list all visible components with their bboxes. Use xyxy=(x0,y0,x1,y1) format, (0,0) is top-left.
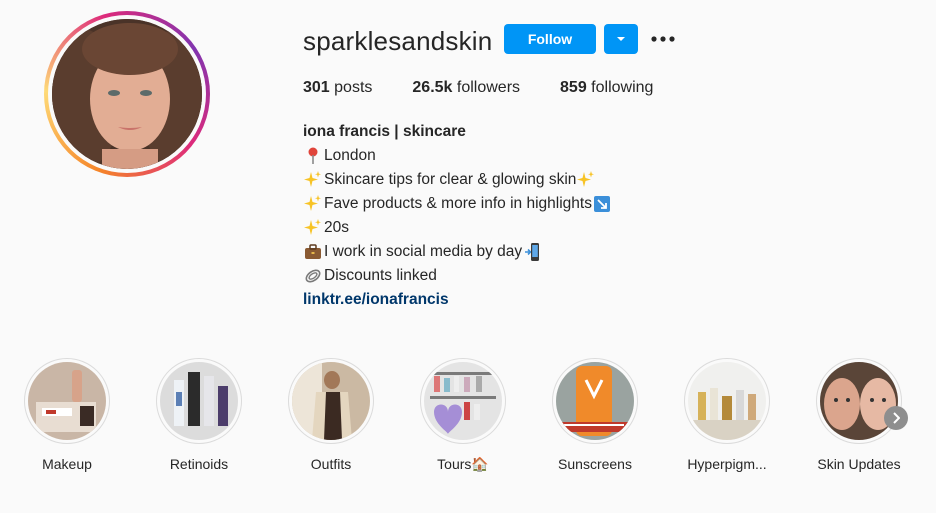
bio-line: London xyxy=(303,144,613,168)
bio-line-text: Skincare tips for clear & glowing skin xyxy=(324,171,577,188)
phone-icon xyxy=(522,242,542,262)
highlight-cover-image xyxy=(160,362,238,440)
following-label: following xyxy=(586,79,654,96)
highlight-item[interactable]: Hyperpigm... xyxy=(672,358,782,472)
following-stat[interactable]: 859 following xyxy=(560,79,653,97)
profile-bio: iona francis | skincare London Skincare … xyxy=(303,120,613,312)
highlight-cover xyxy=(816,358,902,444)
profile-page: sparklesandskin Follow 301 posts 26.5k f… xyxy=(0,0,936,513)
bio-line: Fave products & more info in highlights xyxy=(303,192,613,216)
bio-line-text: 20s xyxy=(324,219,349,236)
highlight-label: Outfits xyxy=(310,456,352,472)
highlight-item[interactable]: Sunscreens xyxy=(540,358,650,472)
highlight-item[interactable]: Makeup xyxy=(12,358,122,472)
sparkles-icon xyxy=(303,194,323,214)
suggested-dropdown-button[interactable] xyxy=(604,24,638,54)
followers-label: followers xyxy=(452,79,521,96)
bio-line-text: London xyxy=(324,147,376,164)
highlight-label: Sunscreens xyxy=(558,456,632,472)
sparkles-icon xyxy=(303,218,323,238)
profile-stats: 301 posts 26.5k followers 859 following xyxy=(303,79,693,97)
avatar-photo xyxy=(52,19,202,169)
highlight-item[interactable]: Tours🏠 xyxy=(408,358,518,473)
highlight-label: Tours🏠 xyxy=(437,456,489,472)
pin-icon xyxy=(303,146,323,166)
username: sparklesandskin xyxy=(303,26,493,56)
bio-line: I work in social media by day xyxy=(303,240,613,264)
highlight-cover xyxy=(420,358,506,444)
highlight-cover xyxy=(24,358,110,444)
posts-stat: 301 posts xyxy=(303,79,372,97)
bio-line: Discounts linked xyxy=(303,264,613,288)
highlight-cover xyxy=(156,358,242,444)
highlight-item[interactable]: Outfits xyxy=(276,358,386,472)
followers-stat[interactable]: 26.5k followers xyxy=(412,79,520,97)
caret-down-icon xyxy=(617,37,625,41)
highlights-next-button[interactable] xyxy=(884,406,908,430)
highlight-cover-image xyxy=(820,362,898,440)
story-highlights: Makeup Retinoids Outfits Tours🏠 Sunscree… xyxy=(0,358,936,488)
profile-avatar[interactable] xyxy=(44,11,210,177)
following-count: 859 xyxy=(560,79,587,96)
briefcase-icon xyxy=(303,242,323,262)
bio-line-text: Fave products & more info in highlights xyxy=(324,195,592,212)
sparkles-icon xyxy=(303,170,323,190)
highlight-cover-image xyxy=(424,362,502,440)
highlight-cover-image xyxy=(28,362,106,440)
arrow-down-right-icon xyxy=(592,194,612,214)
sparkles-icon xyxy=(576,170,596,190)
bio-line-text: Discounts linked xyxy=(324,267,437,284)
bio-line: 20s xyxy=(303,216,613,240)
highlight-label: Makeup xyxy=(42,456,92,472)
chevron-right-icon xyxy=(893,412,900,424)
avatar-image xyxy=(52,19,202,169)
followers-count: 26.5k xyxy=(412,79,453,96)
full-name: iona francis | skincare xyxy=(303,123,466,140)
highlight-cover-image xyxy=(688,362,766,440)
highlight-label: Skin Updates xyxy=(817,456,901,472)
posts-count: 301 xyxy=(303,79,330,96)
highlight-item[interactable]: Retinoids xyxy=(144,358,254,472)
highlight-cover-image xyxy=(556,362,634,440)
more-options-button[interactable] xyxy=(650,26,676,52)
highlight-cover-image xyxy=(292,362,370,440)
more-dots-icon xyxy=(651,36,675,42)
bio-line: Skincare tips for clear & glowing skin xyxy=(303,168,613,192)
highlight-cover xyxy=(684,358,770,444)
paperclip-icon xyxy=(303,266,323,286)
bio-line-text: I work in social media by day xyxy=(324,243,523,260)
bio-link[interactable]: linktr.ee/ionafrancis xyxy=(303,288,613,312)
highlight-cover xyxy=(552,358,638,444)
highlight-label: Retinoids xyxy=(169,456,229,472)
highlight-label: Hyperpigm... xyxy=(687,456,767,472)
follow-button[interactable]: Follow xyxy=(504,24,596,54)
posts-label: posts xyxy=(329,79,373,96)
highlight-cover xyxy=(288,358,374,444)
